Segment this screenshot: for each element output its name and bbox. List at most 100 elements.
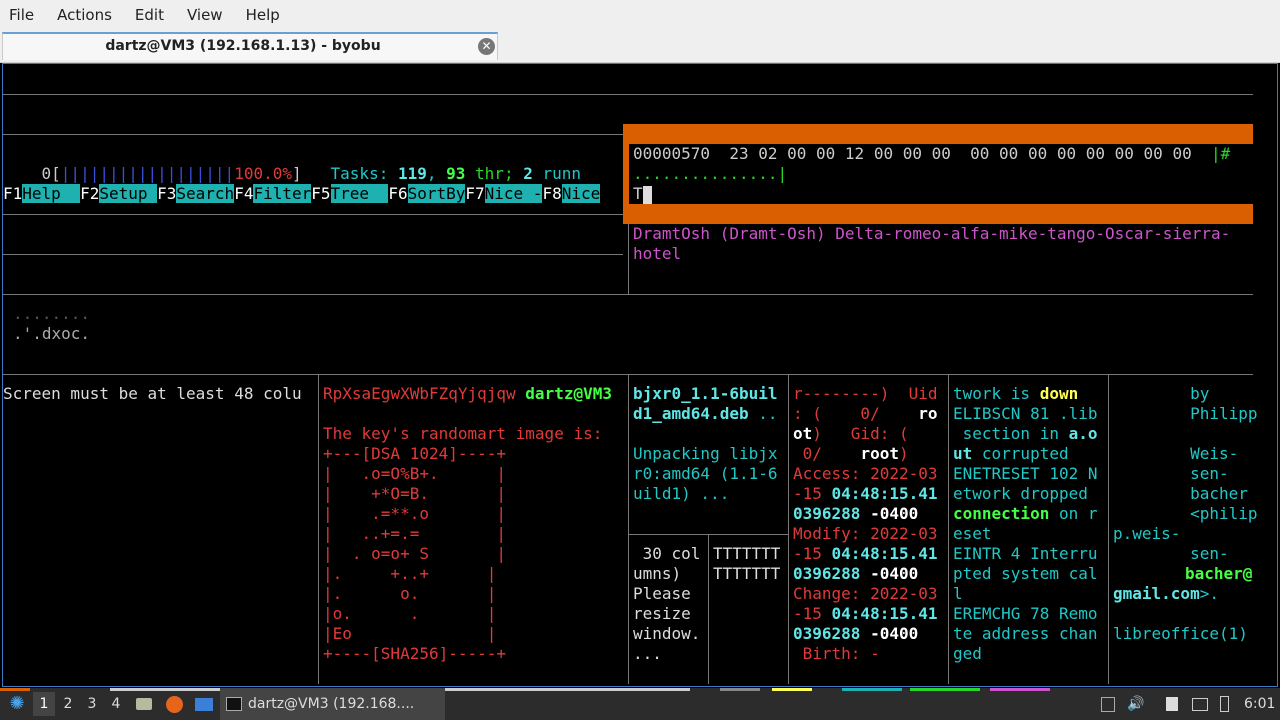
randomart-title: The key's randomart image is: <box>323 424 603 443</box>
randomart-line: +----[SHA256]-----+ <box>323 644 507 663</box>
terminal-area[interactable]: 0[||||||||||||||||||100.0%] Tasks: 119, … <box>2 63 1278 687</box>
fkey-f5[interactable]: F5 <box>311 184 330 203</box>
fkey-sortby[interactable]: SortBy <box>407 184 466 203</box>
menu-edit[interactable]: Edit <box>135 6 164 24</box>
stat-modify: Modify: 2022-03 <box>793 524 938 543</box>
resize-line: umns) <box>633 564 682 583</box>
battery-icon[interactable] <box>1216 688 1232 720</box>
dpkg-line-4: r0:amd64 (1.1-6 <box>633 464 778 483</box>
fkey-filter[interactable]: Filter <box>253 184 312 203</box>
errno-text: Interru <box>1020 544 1098 563</box>
stat-birth: Birth: - <box>793 644 880 663</box>
randomart-header: RpXsaEgwXWbFZqYjqjqw dartz@VM3 <box>323 384 612 404</box>
cpu-close: ] <box>291 164 302 183</box>
errno-line: EINTR 4 Interru <box>953 544 1098 564</box>
start-menu-icon[interactable]: ✺ <box>6 688 28 720</box>
man-line: libreoffice(1) <box>1113 624 1248 643</box>
byobu-status-strip <box>910 688 980 691</box>
workspace-3[interactable]: 3 <box>81 692 103 716</box>
menu-actions[interactable]: Actions <box>57 6 112 24</box>
randomart-line: |. o. | <box>323 584 497 603</box>
errno-text: corrupted <box>972 444 1069 463</box>
workspace-2[interactable]: 2 <box>57 692 79 716</box>
fkey-f3[interactable]: F3 <box>157 184 176 203</box>
errno-line: ENETRESET 102 N <box>953 464 1098 483</box>
stat-gid-close: ) <box>898 444 909 463</box>
screen-size-message: Screen must be at least 48 colu <box>3 384 302 403</box>
workspace-1[interactable]: 1 <box>33 692 55 716</box>
errno-line: eset <box>953 524 992 543</box>
errno-text: Remo <box>1049 604 1098 623</box>
stat-change: Change: 2022-03 <box>793 584 938 603</box>
stat-change-rest: 0396288 -0400 <box>793 624 918 644</box>
hex-offset: 00000570 <box>633 144 711 163</box>
fkey-f2[interactable]: F2 <box>80 184 99 203</box>
errno-line: ged <box>953 644 982 663</box>
close-tab-icon[interactable]: ✕ <box>478 38 495 55</box>
fkey-f1[interactable]: F1 <box>3 184 22 203</box>
fkey-help[interactable]: Help <box>22 184 81 203</box>
tasks-count: 119 <box>397 164 427 183</box>
errno-line: l <box>953 584 963 603</box>
man-line: by <box>1113 384 1210 403</box>
man-line: bacher <box>1113 484 1248 503</box>
firefox-icon[interactable] <box>162 688 186 720</box>
clipboard-icon[interactable] <box>1162 688 1182 720</box>
terminal-tab[interactable]: dartz@VM3 (192.168.1.13) - byobu ✕ <box>2 32 498 60</box>
running-count: 2 <box>523 164 533 183</box>
cpu-value: 100.0% <box>234 164 292 183</box>
workspace-4[interactable]: 4 <box>105 692 127 716</box>
stat-gid-label: ) Gid: ( <box>812 424 909 443</box>
randomart-line: | . o=o+ S | <box>323 544 507 563</box>
pane-divider <box>3 94 1253 95</box>
man-line: sen- <box>1113 464 1229 483</box>
menu-help[interactable]: Help <box>246 6 280 24</box>
errno-line: connection on r <box>953 504 1098 524</box>
errno-code: EINTR 4 <box>953 544 1021 563</box>
stat-line-3: ot) Gid: ( <box>793 424 909 444</box>
fkey-nice-plus[interactable]: Nice <box>561 184 601 203</box>
randomart-line: | .=**.o | <box>323 504 507 523</box>
man-email-close: >. <box>1199 584 1219 603</box>
errno-text: twork is <box>953 384 1040 403</box>
network-icon[interactable] <box>1190 688 1210 720</box>
byobu-status-strip <box>720 688 760 691</box>
byobu-status-strip <box>842 688 902 691</box>
fkey-f7[interactable]: F7 <box>465 184 484 203</box>
menubar: File Actions Edit View Help <box>0 0 1280 30</box>
desktop-icon[interactable] <box>192 688 216 720</box>
stat-access-clock: 04:48:15.41 <box>831 484 938 503</box>
stat-access-time: -15 04:48:15.41 <box>793 484 938 504</box>
fkey-tree[interactable]: Tree <box>330 184 389 203</box>
stat-perm: r--------) <box>793 384 890 403</box>
hexdump-band-left <box>623 144 629 204</box>
fkey-f6[interactable]: F6 <box>388 184 407 203</box>
pane-divider <box>628 374 629 684</box>
trash-icon[interactable] <box>1098 688 1118 720</box>
menu-view[interactable]: View <box>187 6 223 24</box>
hex-bytes: 23 02 00 00 12 00 00 00 00 00 00 00 00 0… <box>710 144 1211 163</box>
tab-title: dartz@VM3 (192.168.1.13) - byobu <box>105 38 381 54</box>
hexdump-band-top <box>623 124 1253 144</box>
stat-gid-val: 0/ <box>793 444 822 463</box>
fkey-search[interactable]: Search <box>176 184 235 203</box>
threads-count: 93 <box>446 164 466 183</box>
fkey-f8[interactable]: F8 <box>542 184 561 203</box>
man-line: gmail.com>. <box>1113 584 1219 604</box>
errno-down: down <box>1039 384 1079 403</box>
file-manager-icon[interactable] <box>134 688 154 720</box>
menu-file[interactable]: File <box>9 6 34 24</box>
stat-modify-rest: 0396288 -0400 <box>793 564 918 584</box>
fkey-nice-minus[interactable]: Nice - <box>484 184 543 203</box>
terminal-task-button[interactable]: dartz@VM3 (192.168.... <box>220 688 445 720</box>
fkey-f4[interactable]: F4 <box>234 184 253 203</box>
hex-prompt-char: T <box>633 184 643 203</box>
stat-line-2: : ( 0/ ro <box>793 404 938 424</box>
fkey-setup[interactable]: Setup <box>99 184 158 203</box>
pane-divider <box>628 214 629 294</box>
clock[interactable]: 6:01 <box>1244 688 1276 720</box>
volume-icon[interactable]: 🔊 <box>1126 688 1146 720</box>
dpkg-line-5: uild1) ... <box>633 484 730 503</box>
man-line: p.weis- <box>1113 524 1181 543</box>
cpu-label: 0[ <box>41 164 61 183</box>
